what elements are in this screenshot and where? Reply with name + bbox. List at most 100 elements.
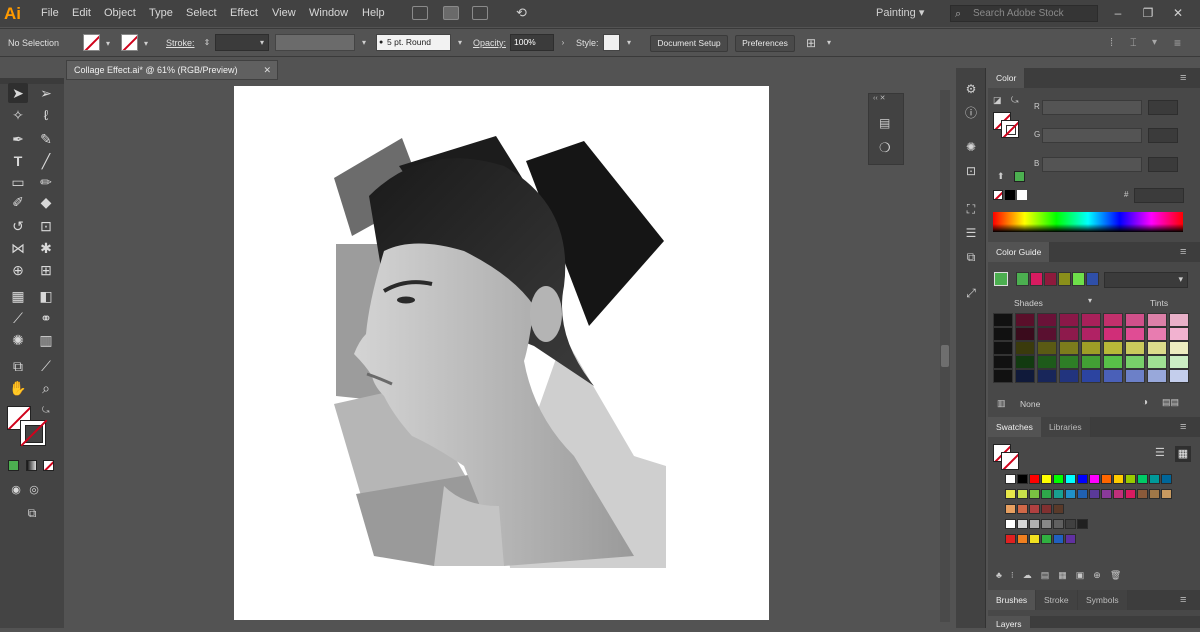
hex-value-field[interactable] [1134,188,1184,203]
guide-cell[interactable] [993,355,1013,369]
transform-icon[interactable]: ⌶ [1130,35,1144,51]
swatch[interactable] [1005,489,1016,499]
swatch[interactable] [1041,489,1052,499]
chevron-down-icon[interactable]: ▾ [359,38,369,48]
white-swatch[interactable] [1017,190,1027,200]
swap-fill-stroke-icon[interactable]: ⤿ [42,405,54,417]
guide-cell[interactable] [1059,341,1079,355]
scale-tool-icon[interactable]: ⊡ [36,216,56,236]
swatch[interactable] [1017,489,1028,499]
swatch[interactable] [1137,474,1148,484]
channel-g-value[interactable] [1148,128,1178,143]
graphic-style-swatch[interactable] [603,34,620,51]
save-color-group-icon[interactable]: ▤▤ [1162,397,1184,409]
swatch[interactable] [1029,504,1040,514]
swatch[interactable] [1017,519,1028,529]
channel-b-value[interactable] [1148,157,1178,172]
tab-color-guide[interactable]: Color Guide [988,242,1051,262]
swatch[interactable] [1053,489,1064,499]
chevron-down-icon[interactable]: ▾ [103,39,113,49]
swatch[interactable] [1065,489,1076,499]
channel-g-slider[interactable] [1042,128,1142,143]
guide-cell[interactable] [1081,341,1101,355]
swatch[interactable] [1017,504,1028,514]
guide-cell[interactable] [1015,327,1035,341]
guide-cell[interactable] [1037,341,1057,355]
menu-help[interactable]: Help [362,0,385,27]
out-of-gamut-icon[interactable]: ⬆ [997,171,1007,181]
channel-r-slider[interactable] [1042,100,1142,115]
draw-behind-icon[interactable]: ◎ [24,480,44,500]
guide-cell[interactable] [993,369,1013,383]
eraser-tool-icon[interactable]: ◆ [36,192,56,212]
swatch[interactable] [1077,519,1088,529]
swatch[interactable] [1053,534,1064,544]
tab-libraries[interactable]: Libraries [1041,417,1091,437]
swatch[interactable] [1125,489,1136,499]
guide-cell[interactable] [1169,355,1189,369]
bridge-icon[interactable] [412,6,428,20]
restore-icon[interactable]: ❐ [1138,3,1158,23]
swatch[interactable] [1029,534,1040,544]
scrollbar-thumb[interactable] [941,345,949,367]
guide-cell[interactable] [1103,341,1123,355]
swatch[interactable] [1041,504,1052,514]
direct-selection-tool-icon[interactable]: ➢ [36,83,56,103]
arrange-icon[interactable]: ⊞ [806,35,820,51]
guide-cell[interactable] [1037,355,1057,369]
swatch[interactable] [1041,519,1052,529]
lasso-tool-icon[interactable]: ℓ [36,105,56,125]
swatch[interactable] [1041,474,1052,484]
harmony-rules-dropdown[interactable]: ▾ [1104,272,1188,288]
guide-cell[interactable] [993,341,1013,355]
stroke-label[interactable]: Stroke: [166,35,195,52]
menu-window[interactable]: Window [309,0,348,27]
gradient-mode-icon[interactable] [26,460,37,471]
screen-mode-icon[interactable]: ⧉ [22,503,42,523]
gear-icon[interactable]: ⚙ [962,80,980,98]
fill-swatch[interactable] [83,34,100,51]
search-stock-input[interactable]: Search Adobe Stock [950,5,1098,22]
rotate-tool-icon[interactable]: ↺ [8,216,28,236]
properties-icon[interactable]: ▤ [879,116,895,130]
swatch[interactable] [1089,474,1100,484]
guide-cell[interactable] [1125,369,1145,383]
none-color-swatch[interactable] [993,190,1003,200]
color-spectrum[interactable] [993,212,1183,232]
guide-cell[interactable] [1125,327,1145,341]
guide-cell[interactable] [993,327,1013,341]
guide-cell[interactable] [1125,313,1145,327]
swatch[interactable] [1149,474,1160,484]
sun-icon[interactable]: ✺ [962,138,980,156]
zoom-tool-icon[interactable]: ⌕ [36,378,56,398]
guide-cell[interactable] [1059,355,1079,369]
chevron-right-icon[interactable]: › [558,38,568,48]
opacity-label[interactable]: Opacity: [473,35,506,52]
color-guide-grid[interactable] [993,313,1191,385]
color-stroke-swatch[interactable] [1001,120,1019,138]
panel-menu-icon[interactable]: ≡ [1180,71,1194,85]
swatch[interactable] [1101,474,1112,484]
align-icon[interactable]: ☰ [962,224,980,242]
width-tool-icon[interactable]: ⋈ [8,238,28,258]
variable-width-profile[interactable] [275,34,355,51]
guide-cell[interactable] [1015,313,1035,327]
none-mode-icon[interactable] [43,460,54,471]
swatch-library-icon[interactable]: ▥ [997,398,1011,410]
guide-cell[interactable] [1103,327,1123,341]
default-colors-icon[interactable]: ◪ [993,95,1003,105]
column-graph-tool-icon[interactable]: ▥ [36,330,56,350]
guide-cell[interactable] [1125,355,1145,369]
harmony-swatch[interactable] [1016,272,1029,286]
swatch-stroke-indicator[interactable] [1001,452,1019,470]
swatch[interactable] [1017,474,1028,484]
stock-icon[interactable] [443,6,459,20]
harmony-swatch[interactable] [1030,272,1043,286]
panel-menu-icon[interactable]: ≡ [1180,593,1194,607]
black-swatch[interactable] [1005,190,1015,200]
transform-icon[interactable]: ⛶ [962,200,980,218]
guide-cell[interactable] [1015,341,1035,355]
guide-cell[interactable] [1059,369,1079,383]
guide-cell[interactable] [1037,369,1057,383]
perspective-grid-tool-icon[interactable]: ⊞ [36,260,56,280]
